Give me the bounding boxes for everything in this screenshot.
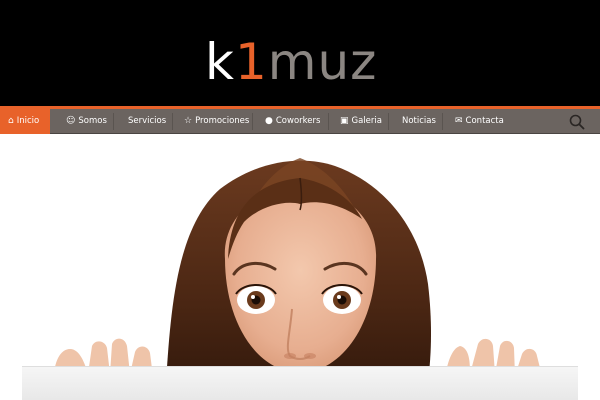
nav-item-inicio[interactable]: ⌂ Inicio: [0, 109, 51, 134]
nav-item-coworkers[interactable]: ● Coworkers: [265, 109, 320, 134]
nav-separator: [113, 113, 114, 130]
logo-letters-muz: muz: [267, 33, 378, 91]
kimuz-logo[interactable]: k1muz: [205, 32, 395, 92]
main-navigation: ⌂ Inicio ☺ Somos Servicios ☆ Promociones ● C…: [0, 109, 600, 134]
nav-separator: [328, 113, 329, 130]
home-icon: ⌂: [8, 116, 14, 126]
hero-banner: [0, 134, 600, 400]
nav-item-servicios[interactable]: Servicios: [128, 109, 166, 134]
nav-separator: [442, 113, 443, 130]
nav-item-contacta[interactable]: ✉ Contacta: [455, 109, 504, 134]
nav-separator: [172, 113, 173, 130]
camera-icon: ▣: [340, 116, 349, 126]
logo-letter-k: k: [205, 33, 235, 91]
star-icon: ☆: [184, 116, 193, 126]
nav-item-promociones[interactable]: ☆ Promociones: [184, 109, 249, 134]
nav-separator: [388, 113, 389, 130]
search-icon[interactable]: [568, 113, 586, 131]
nav-separator: [252, 113, 253, 130]
smile-icon: ☺: [66, 116, 76, 126]
site-header: k1muz: [0, 0, 600, 106]
woman-peeking-image: [22, 158, 578, 400]
mail-icon: ✉: [455, 116, 463, 126]
nav-item-noticias[interactable]: Noticias: [402, 109, 436, 134]
users-icon: ●: [265, 116, 273, 126]
logo-digit-one: 1: [234, 33, 268, 91]
nav-item-somos[interactable]: ☺ Somos: [66, 109, 107, 134]
nav-item-galeria[interactable]: ▣ Galeria: [340, 109, 382, 134]
